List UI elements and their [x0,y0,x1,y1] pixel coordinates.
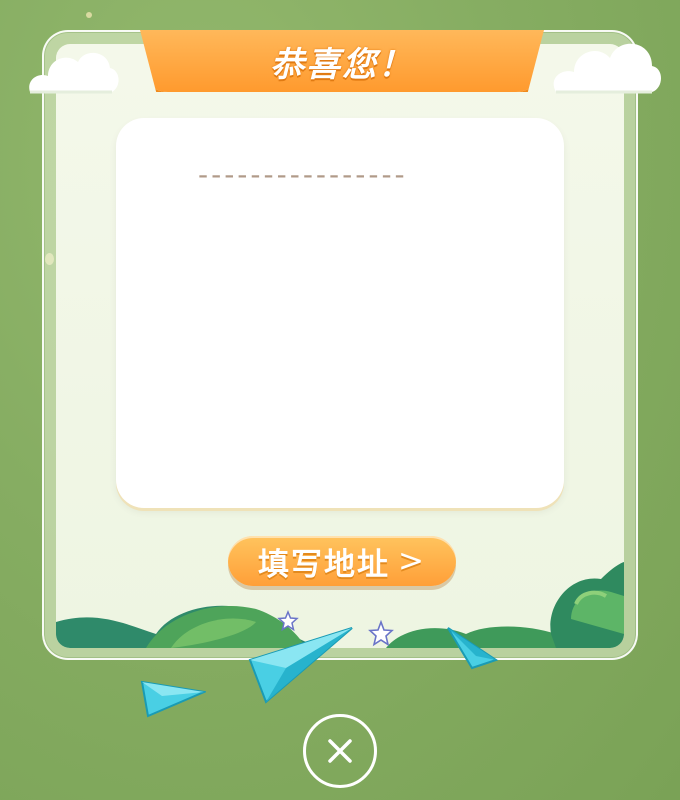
fill-address-label: 填写地址 [258,546,390,583]
fill-address-button[interactable]: 填写地址 > [228,536,456,586]
paper-plane-icon [248,627,353,704]
cloud-icon [29,52,119,94]
chevron-right-icon: > [398,543,426,579]
background-speck [86,12,92,18]
close-button[interactable] [303,714,377,788]
paper-plane-icon [447,627,498,670]
dialog-title: 恭喜您！ [270,44,414,85]
prize-placeholder: ---------------- [198,160,408,190]
close-icon [328,739,352,763]
cloud-icon [553,43,661,94]
star-icon [368,620,394,647]
title-banner: 恭喜您！ [140,30,544,92]
paper-plane-icon [140,680,206,718]
